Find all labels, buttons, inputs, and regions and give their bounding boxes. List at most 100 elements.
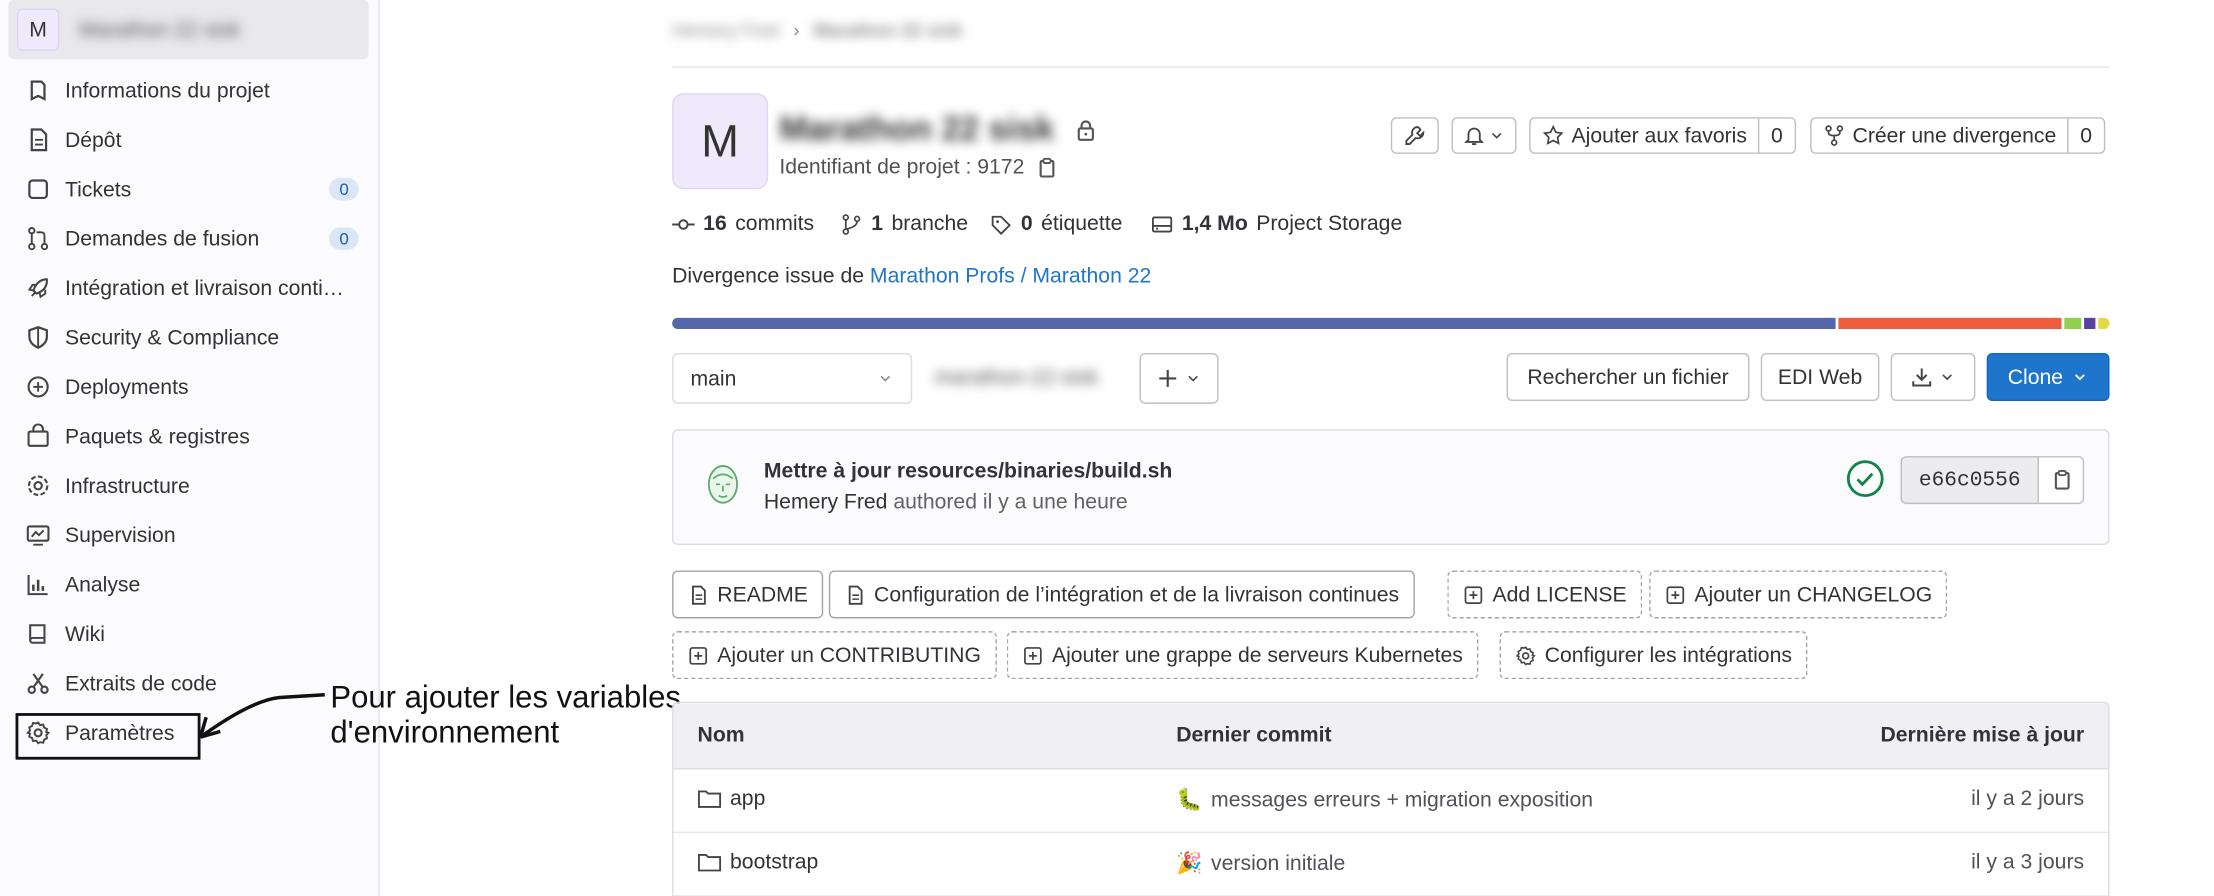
breadcrumb-current[interactable]: Marathon 22 sisk (814, 20, 963, 41)
last-commit-cell: 🐛 messages erreurs + migration exposition (1176, 786, 1593, 812)
sidebar-item-rocket[interactable]: Intégration et livraison conti… (14, 265, 367, 310)
sidebar-item-merge-request[interactable]: Demandes de fusion 0 (14, 216, 367, 261)
readme-button[interactable]: README (672, 570, 824, 619)
fork-button[interactable]: Créer une divergence (1812, 119, 2068, 153)
add-dropdown-button[interactable] (1139, 353, 1219, 404)
document-icon (30, 128, 48, 152)
copy-sha-button[interactable] (2037, 457, 2083, 503)
shield-icon (28, 325, 48, 350)
shortcut-label: Ajouter un CHANGELOG (1694, 582, 1933, 607)
sidebar-item-deployments[interactable]: Deployments (14, 364, 367, 409)
language-segment (2063, 317, 2081, 329)
fork-source-link[interactable]: Marathon Profs / Marathon 22 (870, 264, 1151, 288)
clone-dropdown[interactable]: Clone (1986, 353, 2110, 402)
sidebar-item-shield[interactable]: Security & Compliance (14, 315, 367, 360)
sidebar-item-chart[interactable]: Analyse (14, 562, 367, 607)
column-header-updated: Dernière mise à jour (1880, 722, 2085, 747)
fork-count[interactable]: 0 (2067, 118, 2104, 153)
repository-path[interactable]: marathon-22-sisk (935, 366, 1099, 390)
add-license-button[interactable]: Add LICENSE (1447, 570, 1643, 619)
find-file-button[interactable]: Rechercher un fichier (1506, 353, 1750, 402)
fork-icon (1825, 125, 1844, 146)
commits-count: 16 (703, 211, 727, 236)
chevron-down-icon (1491, 132, 1502, 139)
commit-title[interactable]: Mettre à jour resources/binaries/build.s… (764, 459, 1172, 483)
download-dropdown[interactable] (1890, 353, 1976, 402)
sidebar-item-project[interactable]: Informations du projet (14, 68, 367, 113)
commit-icon (672, 218, 695, 230)
sidebar-item-package[interactable]: Paquets & registres (14, 414, 367, 459)
storage-stat[interactable]: 1,4 Mo Project Storage (1151, 212, 1402, 236)
package-icon (27, 423, 49, 447)
language-segment (2083, 317, 2096, 329)
storage-size: 1,4 Mo (1181, 211, 1248, 236)
cloud-gear-icon (27, 475, 49, 496)
admin-wrench-button[interactable] (1390, 117, 1439, 154)
language-segment (1838, 317, 2061, 329)
file-name-cell[interactable]: bootstrap (698, 850, 818, 874)
sidebar-item-monitor[interactable]: Supervision (14, 513, 367, 558)
sidebar-item-issues[interactable]: Tickets 0 (14, 167, 367, 212)
document-icon (692, 584, 706, 604)
lock-icon (1077, 120, 1094, 141)
sidebar-item-label: Security & Compliance (64, 325, 280, 350)
language-segment (672, 317, 1836, 329)
branch-selector[interactable]: main (672, 353, 913, 404)
commit-message-link[interactable]: version initiale (1211, 851, 1345, 875)
add-kubernetes-cluster-button[interactable]: Ajouter une grappe de serveurs Kubernete… (1006, 631, 1479, 680)
breadcrumb: Hemery Fred › Marathon 22 sisk (672, 20, 962, 41)
notification-dropdown[interactable] (1451, 117, 1517, 154)
file-name: app (730, 786, 766, 811)
commit-message-link[interactable]: messages erreurs + migration exposition (1211, 787, 1593, 811)
fork-source: Divergence issue de Marathon Profs / Mar… (672, 264, 1151, 288)
project-context[interactable]: M Marathon 22 sisk (8, 0, 369, 60)
fork-source-prefix: Divergence issue de (672, 264, 865, 289)
divider (672, 66, 2110, 68)
pipeline-success-icon[interactable] (1845, 459, 1885, 499)
favorite-count[interactable]: 0 (1758, 118, 1794, 153)
star-icon (1542, 124, 1564, 145)
count-badge: 0 (329, 177, 359, 201)
sidebar-item-label: Intégration et livraison conti… (64, 276, 344, 301)
author-avatar[interactable] (702, 462, 744, 513)
annotation-line-2: d'environnement (330, 714, 560, 750)
clone-label: Clone (2007, 365, 2064, 390)
branches-stat[interactable]: 1 branche (840, 212, 968, 236)
commit-emoji: 🎉 (1176, 851, 1203, 876)
configure-integrations-button[interactable]: Configurer les intégrations (1499, 631, 1808, 680)
sidebar-item-document[interactable]: Dépôt (14, 117, 367, 162)
project-avatar: M (672, 93, 769, 190)
breadcrumb-parent[interactable]: Hemery Fred (672, 20, 779, 41)
tags-stat[interactable]: 0 étiquette (990, 211, 1122, 236)
tag-icon (991, 215, 1011, 235)
copy-icon[interactable] (1036, 156, 1059, 179)
web-ide-button[interactable]: EDI Web (1760, 353, 1880, 402)
sidebar-item-label: Demandes de fusion (64, 226, 260, 251)
plus-icon (1159, 369, 1177, 387)
column-header-name: Nom (697, 722, 745, 747)
file-name-cell[interactable]: app (698, 786, 766, 811)
fork-label: Créer une divergence (1852, 123, 2057, 148)
commits-stat[interactable]: 16 commits (672, 212, 814, 236)
sidebar-item-book[interactable]: Wiki (14, 611, 367, 656)
download-icon (1912, 368, 1932, 387)
branches-count: 1 (871, 211, 883, 236)
commit-sha-group: e66c0556 (1900, 456, 2085, 505)
last-commit-cell: 🎉 version initiale (1176, 850, 1345, 876)
commit-emoji: 🐛 (1176, 787, 1203, 812)
favorite-button[interactable]: Ajouter aux favoris (1531, 119, 1759, 153)
table-row[interactable]: bootstrap 🎉 version initiale il y a 3 jours (673, 833, 2109, 896)
gear-icon (1515, 645, 1536, 665)
annotation-arrow (198, 692, 325, 739)
ci-cd-config-button[interactable]: Configuration de l’intégration et de la … (828, 570, 1415, 619)
add-changelog-button[interactable]: Ajouter un CHANGELOG (1649, 570, 1948, 619)
add-contributing-button[interactable]: Ajouter un CONTRIBUTING (672, 631, 997, 680)
commit-sha[interactable]: e66c0556 (1902, 457, 2038, 502)
tags-count: 0 (1020, 211, 1033, 236)
table-row[interactable]: app 🐛 messages erreurs + migration exposit… (673, 770, 2109, 834)
copy-icon (2054, 469, 2069, 490)
sidebar-item-label: Infrastructure (64, 473, 190, 498)
project-id: Identifiant de projet : 9172 (779, 155, 1025, 180)
sidebar-item-cloud-gear[interactable]: Infrastructure (14, 463, 367, 508)
commit-author[interactable]: Hemery Fred (764, 490, 888, 514)
